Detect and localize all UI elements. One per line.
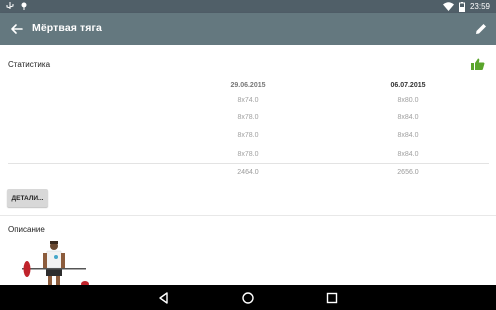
- nav-back-icon[interactable]: [157, 291, 171, 305]
- section-divider: [0, 215, 496, 216]
- stats-set: 8x84.0: [397, 151, 419, 158]
- status-bar: 23:59: [0, 0, 496, 13]
- clock: 23:59: [469, 2, 490, 11]
- stats-total-1: 2464.0: [237, 169, 259, 176]
- battery-icon: [458, 1, 465, 12]
- stats-date-2: 06.07.2015: [390, 82, 426, 89]
- nav-recents-icon[interactable]: [325, 291, 339, 305]
- stats-set: 8x84.0: [397, 114, 419, 121]
- exercise-content: Статистика 29.06.2015 8x74.0 8x78.0 8x78…: [0, 45, 496, 285]
- thumbs-up-icon: [471, 58, 485, 70]
- stats-set: 8x84.0: [397, 132, 419, 139]
- notification-icon: [21, 2, 27, 10]
- stats-set: 8x80.0: [397, 97, 419, 104]
- details-button[interactable]: ДЕТАЛИ...: [7, 189, 48, 207]
- wifi-icon: [442, 2, 454, 11]
- stats-set: 8x78.0: [237, 132, 259, 139]
- stats-set: 8x74.0: [237, 97, 259, 104]
- nav-home-icon[interactable]: [241, 291, 255, 305]
- stats-set: 8x78.0: [237, 151, 259, 158]
- pencil-icon[interactable]: [472, 20, 490, 38]
- description-title: Описание: [8, 225, 45, 234]
- stats-title: Статистика: [8, 60, 51, 69]
- totals-divider: [8, 163, 489, 164]
- stats-date-1: 29.06.2015: [230, 82, 266, 89]
- usb-icon: [6, 2, 14, 9]
- stats-total-2: 2656.0: [397, 169, 419, 176]
- arrow-back-icon[interactable]: [8, 20, 26, 38]
- exercise-illustration: [22, 241, 89, 285]
- system-nav-bar: [0, 285, 496, 310]
- stats-set: 8x78.0: [237, 114, 259, 121]
- app-bar: Мёртвая тяга: [0, 13, 496, 45]
- page-title: Мёртвая тяга: [32, 22, 102, 34]
